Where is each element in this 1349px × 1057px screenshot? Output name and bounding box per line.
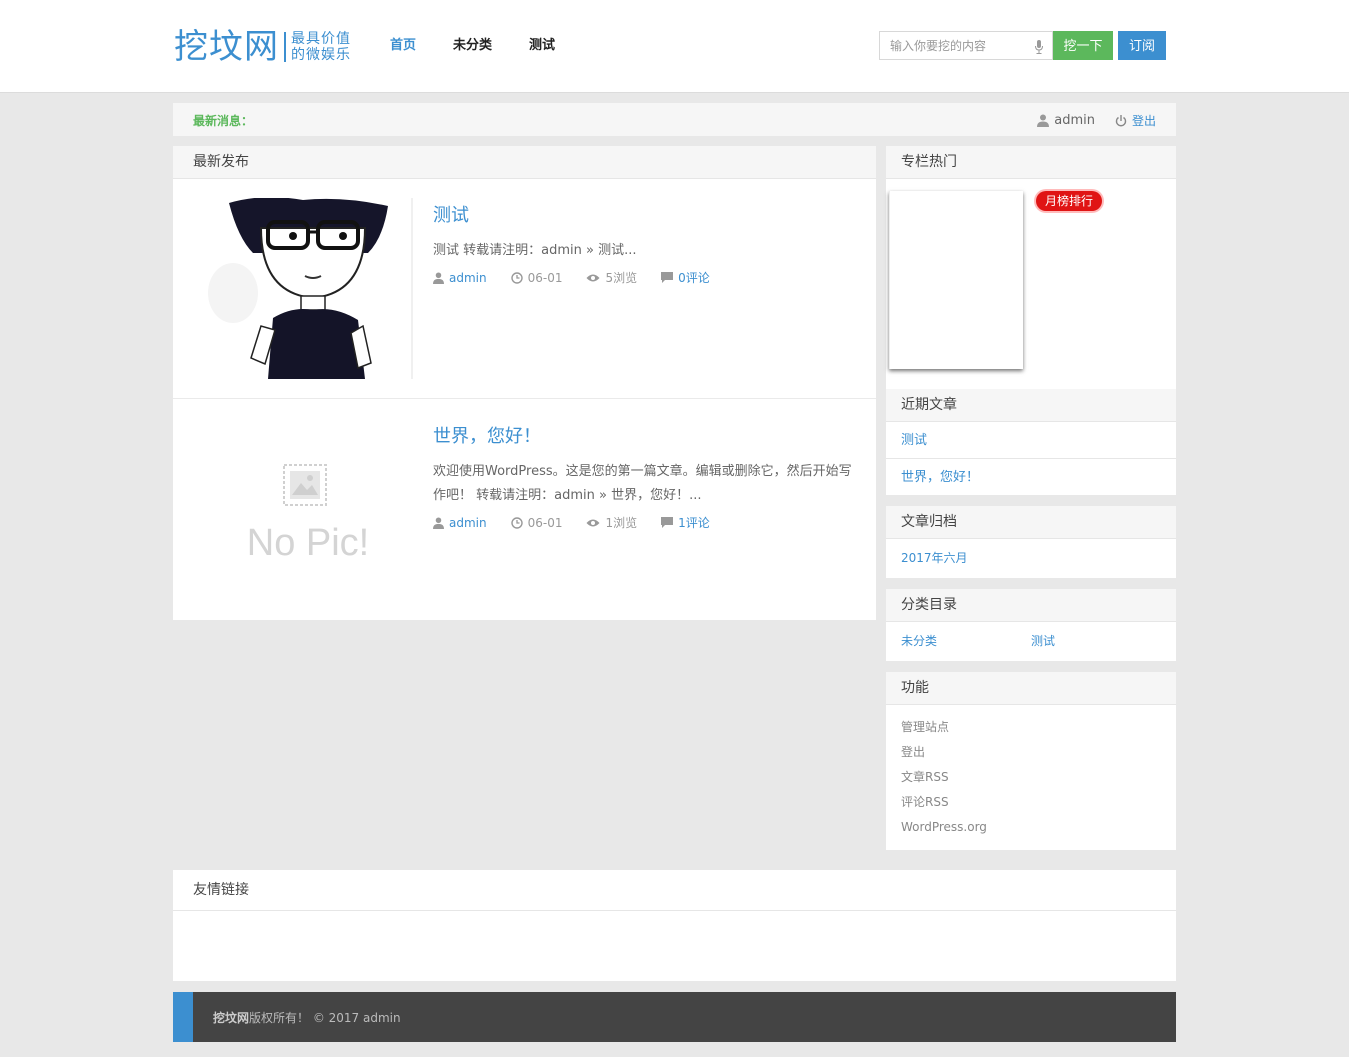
logo-main-text: 挖坟网 xyxy=(174,27,279,67)
nav-item-test[interactable]: 测试 xyxy=(529,36,555,56)
post-title-link[interactable]: 世界，您好！ xyxy=(433,422,541,448)
site-footer: 挖坟网版权所有！ © 2017 admin xyxy=(173,992,1176,1042)
post-author[interactable]: admin xyxy=(433,516,487,530)
news-bar: 最新消息： admin 登出 xyxy=(173,103,1176,136)
nav-item-home[interactable]: 首页 xyxy=(390,36,416,56)
categories-list: 未分类 测试 xyxy=(886,622,1176,650)
footer-copyright-text: 版权所有！ © 2017 admin xyxy=(249,1011,401,1025)
main-nav: 首页 未分类 测试 xyxy=(390,36,592,56)
post-item: 测试 测试 转载请注明：admin » 测试... admin 06-01 5浏… xyxy=(173,179,876,399)
eye-icon xyxy=(586,519,600,526)
logo-tagline-line-1: 最具价值 xyxy=(291,31,351,47)
user-icon xyxy=(433,272,444,284)
recent-posts-heading: 近期文章 xyxy=(886,389,1176,422)
post-excerpt: 欢迎使用WordPress。这是您的第一篇文章。编辑或删除它，然后开始写作吧！ … xyxy=(433,464,852,503)
manage-site-link[interactable]: 管理站点 xyxy=(901,715,1161,740)
microphone-icon[interactable] xyxy=(1035,40,1043,54)
footer-copyright: 挖坟网版权所有！ © 2017 admin xyxy=(213,1009,401,1026)
archive-widget: 文章归档 2017年六月 xyxy=(886,506,1176,578)
functions-widget: 功能 管理站点 登出 文章RSS 评论RSS WordPress.org xyxy=(886,672,1176,850)
recent-posts-widget: 近期文章 测试 世界，您好！ xyxy=(886,389,1176,495)
post-date: 06-01 xyxy=(510,270,563,285)
hot-column-widget: 专栏热门 月榜排行 xyxy=(886,146,1176,389)
monthly-ranking-badge: 月榜排行 xyxy=(1036,191,1103,211)
eye-icon xyxy=(586,274,600,281)
search-input[interactable] xyxy=(880,32,1020,59)
site-logo[interactable]: 挖坟网 最具价值 的微娱乐 xyxy=(174,26,351,68)
post-views: 1浏览 xyxy=(586,514,637,531)
post-meta: admin 06-01 5浏览 0评论 xyxy=(433,269,734,286)
logout-link[interactable]: 登出 xyxy=(1132,112,1156,129)
post-excerpt: 测试 转载请注明：admin » 测试... xyxy=(433,243,637,258)
user-icon xyxy=(433,517,444,529)
power-icon[interactable] xyxy=(1115,114,1127,127)
post-comments-text[interactable]: 0评论 xyxy=(678,269,710,286)
post-date: 06-01 xyxy=(510,515,563,530)
recent-post-link[interactable]: 测试 xyxy=(886,422,1176,459)
search-box xyxy=(879,31,1053,60)
post-title-link[interactable]: 测试 xyxy=(433,201,469,227)
no-pic-placeholder-image[interactable]: No Pic! xyxy=(193,419,413,600)
hot-post-card[interactable] xyxy=(889,191,1023,369)
latest-posts-panel: 最新发布 测试 测试 转载请注明：admin » 测试... admin 06-… xyxy=(173,146,876,620)
friend-links-panel: 友情链接 xyxy=(173,870,1176,981)
post-meta: admin 06-01 1浏览 1评论 xyxy=(433,514,734,531)
category-link-uncategorized[interactable]: 未分类 xyxy=(901,632,1031,650)
functions-list: 管理站点 登出 文章RSS 评论RSS WordPress.org xyxy=(886,705,1176,840)
posts-rss-link[interactable]: 文章RSS xyxy=(901,765,1161,790)
latest-posts-heading: 最新发布 xyxy=(173,146,876,179)
footer-brand[interactable]: 挖坟网 xyxy=(213,1011,249,1025)
post-comments[interactable]: 1评论 xyxy=(661,514,710,531)
subscribe-button[interactable]: 订阅 xyxy=(1118,31,1166,60)
categories-heading: 分类目录 xyxy=(886,589,1176,622)
no-pic-text: No Pic! xyxy=(247,522,369,564)
post-thumbnail-image[interactable] xyxy=(193,198,413,379)
search-button[interactable]: 挖一下 xyxy=(1053,31,1113,60)
post-date-text: 06-01 xyxy=(527,270,563,285)
comments-rss-link[interactable]: 评论RSS xyxy=(901,790,1161,815)
recent-post-link[interactable]: 世界，您好！ xyxy=(886,459,1176,496)
categories-widget: 分类目录 未分类 测试 xyxy=(886,589,1176,661)
hot-column-heading: 专栏热门 xyxy=(886,146,1176,179)
site-header: 挖坟网 最具价值 的微娱乐 首页 未分类 测试 挖一下 订阅 xyxy=(0,0,1349,93)
post-views-text: 5浏览 xyxy=(605,271,638,285)
logo-divider xyxy=(284,32,286,62)
post-date-text: 06-01 xyxy=(527,515,563,530)
post-item: No Pic! 世界，您好！ 欢迎使用WordPress。这是您的第一篇文章。编… xyxy=(173,400,876,620)
comment-icon xyxy=(661,517,674,528)
clock-icon xyxy=(510,516,523,529)
post-comments-text[interactable]: 1评论 xyxy=(678,514,710,531)
logo-tagline-line-2: 的微娱乐 xyxy=(291,47,351,63)
comment-icon xyxy=(661,272,674,283)
category-link-test[interactable]: 测试 xyxy=(1031,632,1161,650)
post-author-name[interactable]: admin xyxy=(449,271,487,285)
friend-links-heading: 友情链接 xyxy=(173,870,1176,911)
archive-heading: 文章归档 xyxy=(886,506,1176,539)
post-author-name[interactable]: admin xyxy=(449,516,487,530)
wordpress-org-link[interactable]: WordPress.org xyxy=(901,815,1161,840)
latest-news-label: 最新消息： xyxy=(193,114,254,128)
post-views-text: 1浏览 xyxy=(605,516,638,530)
logo-tagline: 最具价值 的微娱乐 xyxy=(291,31,351,63)
logout-link[interactable]: 登出 xyxy=(901,740,1161,765)
user-icon xyxy=(1037,114,1050,127)
clock-icon xyxy=(510,271,523,284)
functions-heading: 功能 xyxy=(886,672,1176,705)
post-comments[interactable]: 0评论 xyxy=(661,269,710,286)
current-user-name[interactable]: admin xyxy=(1054,113,1095,128)
user-area: admin 登出 xyxy=(1037,112,1156,129)
post-views: 5浏览 xyxy=(586,269,637,286)
post-author[interactable]: admin xyxy=(433,271,487,285)
archive-list: 2017年六月 xyxy=(886,539,1176,567)
archive-link[interactable]: 2017年六月 xyxy=(901,549,968,567)
footer-accent-bar xyxy=(173,992,193,1042)
nav-item-uncategorized[interactable]: 未分类 xyxy=(453,36,492,56)
